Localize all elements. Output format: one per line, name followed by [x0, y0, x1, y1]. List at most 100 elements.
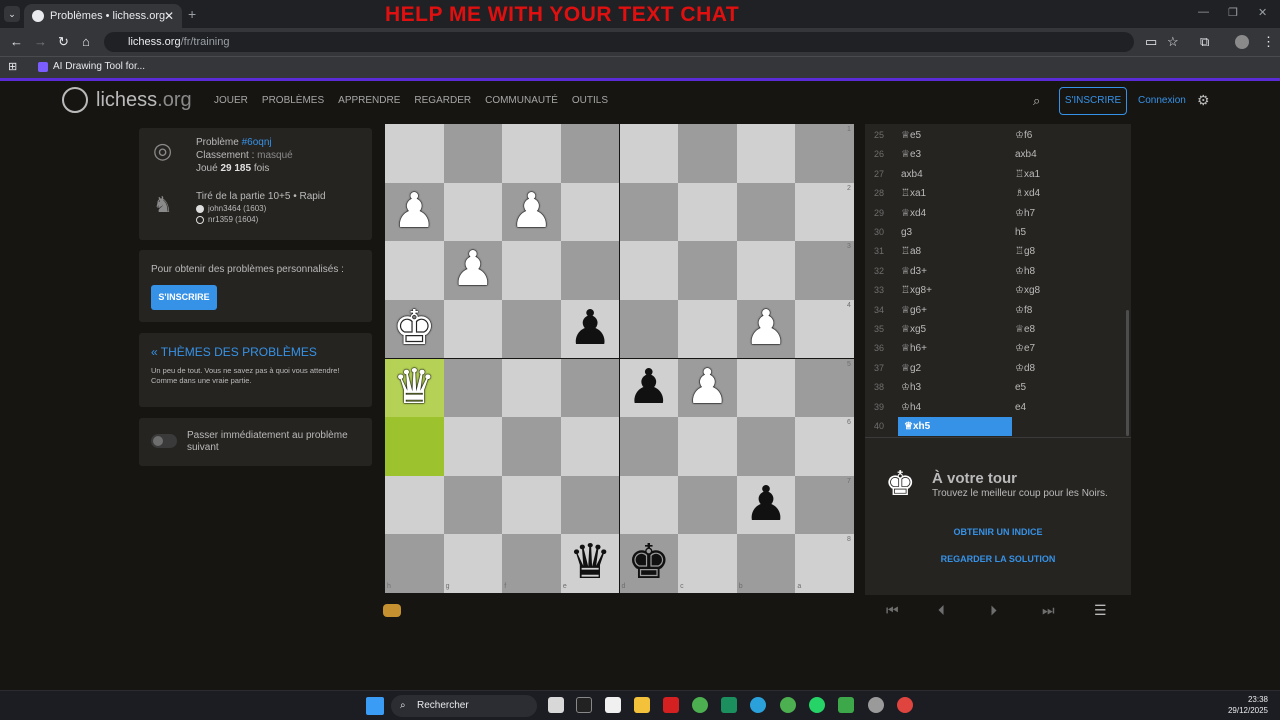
tradingview-icon[interactable] — [576, 697, 592, 713]
signup-button[interactable]: S'INSCRIRE — [1059, 87, 1127, 115]
board-square[interactable] — [443, 124, 503, 183]
black-move[interactable]: ♖xa1 — [1015, 165, 1040, 184]
app-icon[interactable] — [721, 697, 737, 713]
board-square[interactable] — [385, 241, 444, 300]
black-move[interactable]: ♔xg8 — [1015, 281, 1040, 300]
black-piece[interactable]: ♟ — [620, 359, 679, 418]
black-piece[interactable]: ♟ — [737, 476, 796, 535]
board-square[interactable] — [795, 182, 854, 242]
board-square[interactable] — [795, 124, 854, 183]
menu-icon[interactable]: ⋮ — [1262, 34, 1275, 50]
extensions-icon[interactable]: ⧉ — [1200, 34, 1209, 50]
bookmark-star-icon[interactable]: ☆ — [1167, 34, 1179, 50]
board-square[interactable] — [795, 475, 854, 535]
black-move[interactable]: ♔e7 — [1015, 339, 1035, 358]
white-move[interactable]: ♔h4 — [901, 398, 921, 417]
file-explorer-icon[interactable] — [634, 697, 650, 713]
white-move[interactable]: ♕g2 — [901, 359, 921, 378]
board-square[interactable] — [560, 124, 620, 183]
white-move[interactable]: ♔h3 — [901, 378, 921, 397]
black-piece[interactable]: ♚ — [620, 534, 679, 593]
forward-icon[interactable]: → — [34, 34, 47, 49]
board-square[interactable] — [560, 417, 620, 476]
white-move[interactable]: ♖a8 — [901, 242, 921, 261]
board-square[interactable] — [678, 124, 737, 183]
profile-avatar[interactable] — [1235, 35, 1249, 49]
white-piece[interactable]: ♟ — [385, 183, 444, 242]
nav-outils[interactable]: OUTILS — [572, 95, 608, 106]
board-square[interactable] — [678, 475, 737, 535]
board-square[interactable] — [443, 475, 503, 535]
board-square[interactable] — [385, 534, 444, 593]
board-square[interactable] — [736, 241, 796, 300]
prev-move-icon[interactable]: ⏴ — [938, 602, 945, 619]
white-move[interactable]: ♕xg5 — [901, 320, 926, 339]
board-square[interactable] — [736, 182, 796, 242]
back-icon[interactable]: ← — [10, 34, 23, 49]
minimize-icon[interactable]: — — [1198, 6, 1209, 18]
nav-problemes[interactable]: PROBLÈMES — [262, 95, 324, 106]
white-move[interactable]: ♕xd4 — [901, 204, 926, 223]
board-square[interactable] — [619, 417, 679, 476]
current-move[interactable]: ♕xh5 — [898, 417, 1012, 436]
board-square[interactable] — [385, 475, 444, 535]
board-square[interactable] — [619, 182, 679, 242]
hint-button[interactable]: OBTENIR UN INDICE — [865, 527, 1131, 537]
white-move[interactable]: ♖xa1 — [901, 184, 926, 203]
board-square[interactable] — [736, 534, 796, 593]
white-move[interactable]: ♕g6+ — [901, 301, 927, 320]
white-piece[interactable]: ♟ — [737, 300, 796, 359]
board-square[interactable] — [795, 417, 854, 476]
black-piece[interactable]: ♛ — [561, 534, 620, 593]
board-square[interactable] — [385, 417, 444, 476]
black-move[interactable]: h5 — [1015, 223, 1026, 242]
black-move[interactable]: ♔f8 — [1015, 301, 1032, 320]
black-move[interactable]: ♗xd4 — [1015, 184, 1040, 203]
last-move-icon[interactable]: ⏭ — [1042, 602, 1055, 619]
board-square[interactable] — [560, 182, 620, 242]
white-piece[interactable]: ♟ — [444, 241, 503, 300]
nav-communaute[interactable]: COMMUNAUTÉ — [485, 95, 558, 106]
black-move[interactable]: ♔h8 — [1015, 262, 1035, 281]
black-move[interactable]: ♖g8 — [1015, 242, 1035, 261]
cast-icon[interactable]: ▭ — [1145, 34, 1157, 50]
solution-button[interactable]: REGARDER LA SOLUTION — [865, 554, 1131, 564]
board-square[interactable] — [560, 241, 620, 300]
first-move-icon[interactable]: ⏮ — [886, 602, 899, 619]
board-square[interactable] — [560, 358, 620, 418]
white-player[interactable]: john3464 (1603) — [196, 203, 326, 214]
chrome-alt-icon[interactable] — [897, 697, 913, 713]
board-square[interactable] — [560, 475, 620, 535]
new-tab-button[interactable]: + — [188, 6, 196, 22]
nav-regarder[interactable]: REGARDER — [414, 95, 471, 106]
personal-signup-button[interactable]: S'INSCRIRE — [151, 285, 217, 310]
white-move[interactable]: ♖xg8+ — [901, 281, 932, 300]
board-square[interactable] — [385, 124, 444, 183]
chess-board[interactable]: ♟ ♟ ♟ ♚ ♟ ♟ ♛ ♟ ♟ ♟ ♛ ♚ 1 2 3 4 5 6 7 8 h g f e d c b a — [385, 124, 854, 593]
close-icon[interactable]: ✕ — [164, 9, 174, 23]
board-square[interactable] — [443, 358, 503, 418]
board-square[interactable] — [443, 299, 503, 359]
white-piece[interactable]: ♛ — [385, 359, 444, 418]
board-square[interactable] — [502, 241, 561, 300]
bookmark-item[interactable]: AI Drawing Tool for... — [53, 61, 145, 72]
taskbar-search[interactable]: ⌕ Rechercher — [391, 695, 537, 717]
board-square[interactable] — [795, 241, 854, 300]
next-move-icon[interactable]: ⏵ — [990, 602, 997, 619]
black-move[interactable]: ♔f6 — [1015, 126, 1032, 145]
nav-jouer[interactable]: JOUER — [214, 95, 248, 106]
chrome-icon[interactable] — [692, 697, 708, 713]
white-piece[interactable]: ♟ — [678, 359, 737, 418]
gear-icon[interactable]: ⚙ — [1197, 92, 1210, 109]
task-view-icon[interactable] — [548, 697, 564, 713]
url-field[interactable]: lichess.org/fr/training — [104, 32, 1134, 52]
black-move[interactable]: axb4 — [1015, 145, 1037, 164]
black-move[interactable]: e5 — [1015, 378, 1026, 397]
black-move[interactable]: ♔h7 — [1015, 204, 1035, 223]
acrobat-icon[interactable] — [663, 697, 679, 713]
board-square[interactable] — [502, 358, 561, 418]
white-move[interactable]: g3 — [901, 223, 912, 242]
whatsapp-icon[interactable] — [809, 697, 825, 713]
board-square[interactable] — [502, 417, 561, 476]
white-move[interactable]: ♕e5 — [901, 126, 921, 145]
